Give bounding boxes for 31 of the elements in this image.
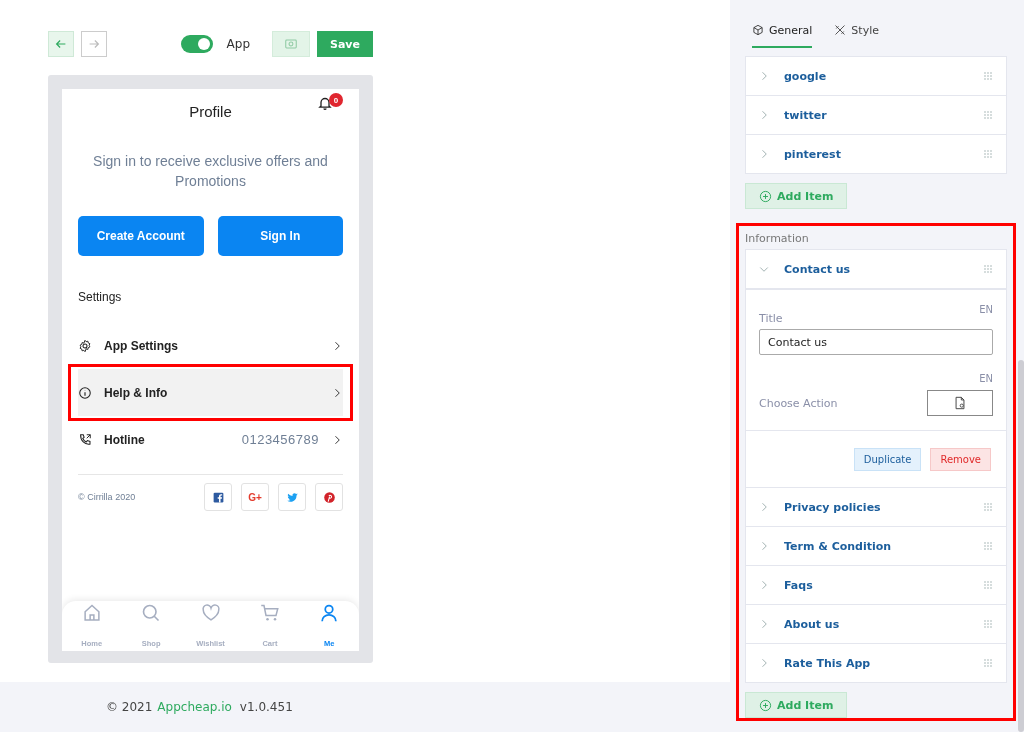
title-input[interactable]: Contact us bbox=[759, 329, 993, 355]
create-account-button[interactable]: Create Account bbox=[78, 216, 204, 256]
duplicate-button[interactable]: Duplicate bbox=[853, 448, 922, 471]
panel-tab[interactable]: Style bbox=[834, 24, 879, 48]
list-item[interactable]: twitter bbox=[746, 96, 1006, 135]
screen-title: Profile bbox=[189, 102, 232, 120]
language-code: EN bbox=[979, 304, 993, 317]
copyright-text: © 2021 bbox=[106, 700, 153, 714]
list-item[interactable]: Contact us bbox=[746, 250, 1006, 289]
field-label: Title bbox=[759, 312, 783, 325]
toggle-label: App bbox=[226, 37, 250, 51]
google-plus-button[interactable]: G+ bbox=[241, 483, 269, 511]
sign-in-button[interactable]: Sign In bbox=[217, 216, 343, 256]
list-item[interactable]: google bbox=[746, 57, 1006, 96]
notification-badge: 0 bbox=[329, 93, 343, 107]
copyright-text: © Cirrilla 2020 bbox=[78, 492, 137, 502]
version-text: v1.0.451 bbox=[239, 700, 293, 714]
list-item[interactable]: Term & Condition bbox=[746, 527, 1006, 566]
list-item[interactable]: Privacy policies bbox=[746, 488, 1006, 527]
panel-tab[interactable]: General bbox=[752, 24, 813, 48]
section-heading: Information bbox=[745, 232, 810, 245]
list-item[interactable]: pinterest bbox=[746, 135, 1006, 173]
section-heading: Settings bbox=[78, 290, 123, 304]
list-item[interactable]: Faqs bbox=[746, 566, 1006, 605]
sign-in-prompt: Sign in to receive exclusive offers and Promotions bbox=[92, 152, 329, 191]
language-code: EN bbox=[979, 373, 993, 384]
remove-button[interactable]: Remove bbox=[930, 448, 991, 471]
menu-item[interactable]: Help & Info bbox=[68, 364, 353, 421]
list-item[interactable]: Rate This App bbox=[746, 644, 1006, 682]
list-item[interactable]: About us bbox=[746, 605, 1006, 644]
field-label: Choose Action bbox=[759, 396, 838, 410]
